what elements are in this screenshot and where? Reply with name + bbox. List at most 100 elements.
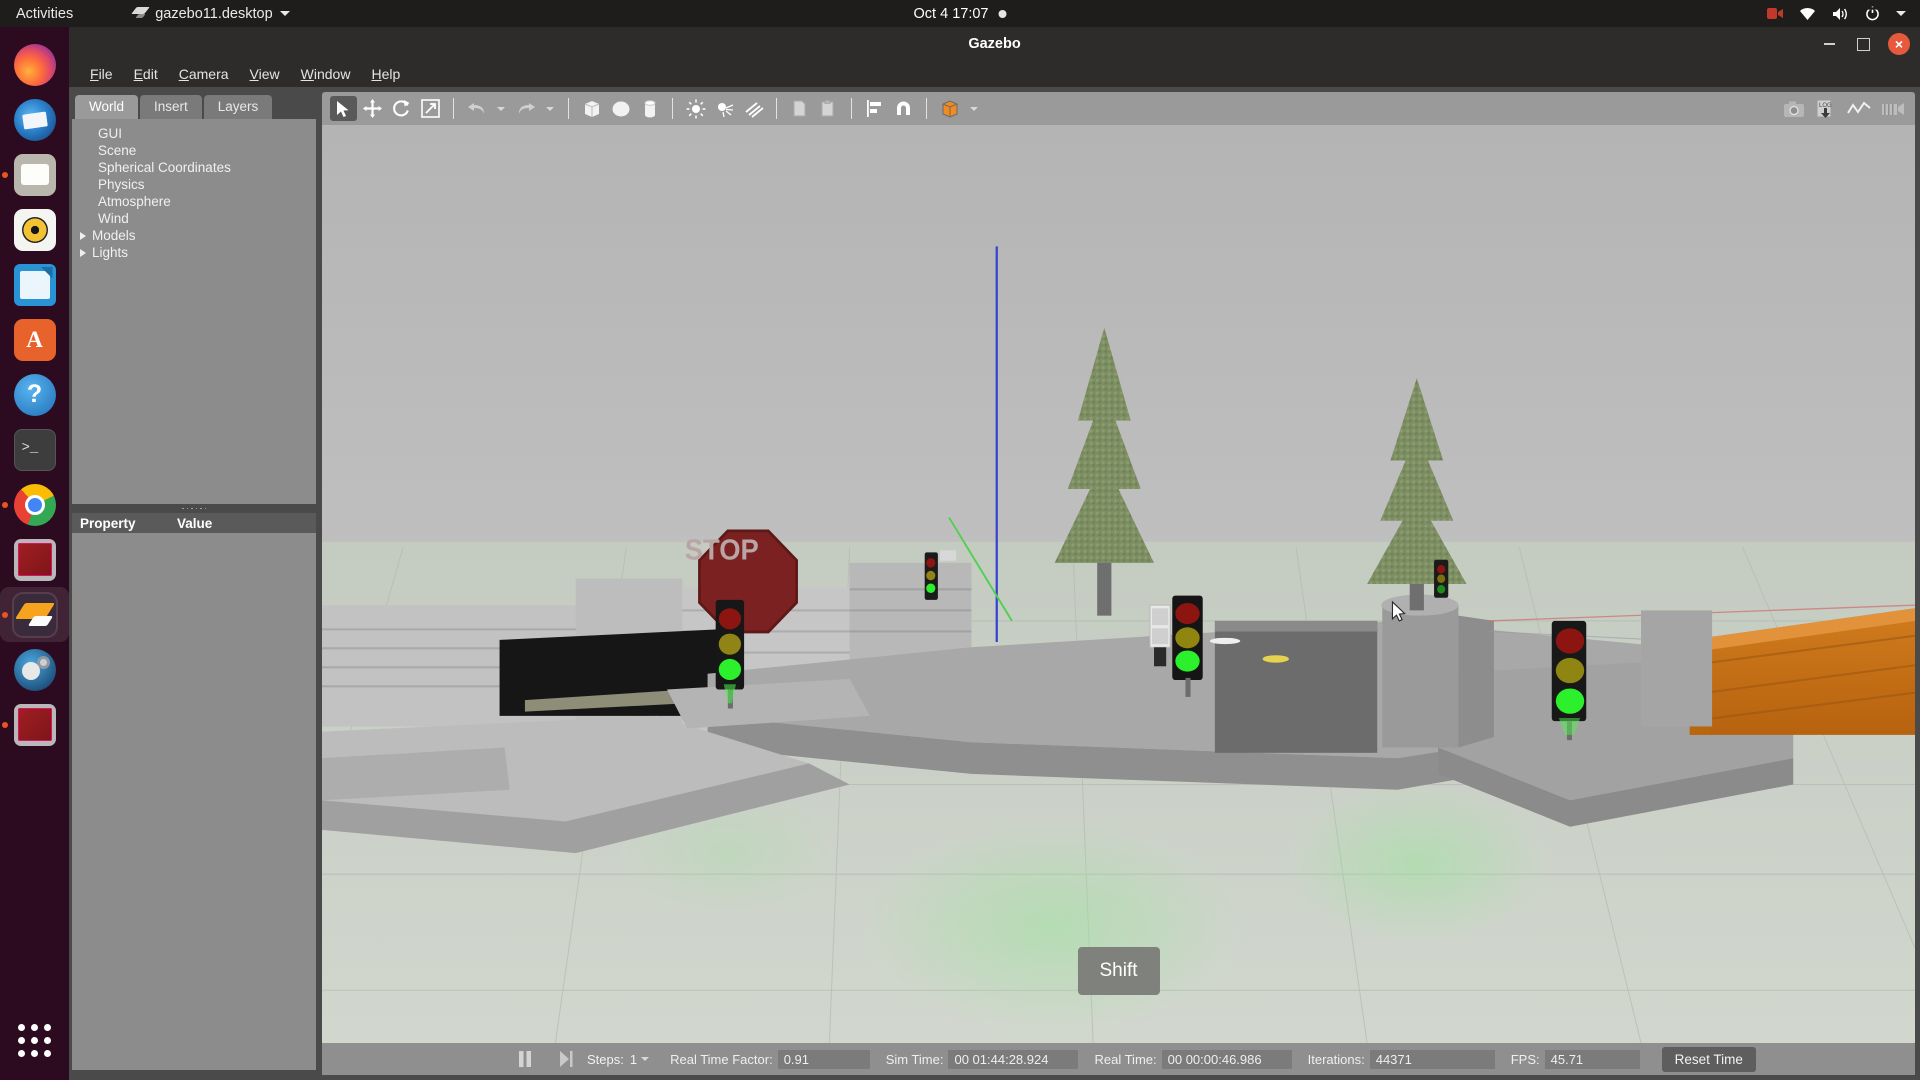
chevron-down-icon[interactable] [497, 106, 505, 111]
tab-layers[interactable]: Layers [203, 95, 273, 119]
dock-item-terminator-2[interactable] [0, 697, 69, 752]
step-forward-button[interactable] [559, 1050, 573, 1068]
reset-time-button[interactable]: Reset Time [1661, 1046, 1756, 1072]
steps-label: Steps: [587, 1051, 624, 1067]
menu-item-window[interactable]: Window [291, 63, 361, 85]
notification-dot-icon [998, 9, 1007, 18]
tree-item-physics[interactable]: Physics [72, 176, 316, 193]
redo-tool[interactable] [512, 96, 539, 121]
dock-item-terminal[interactable] [0, 422, 69, 477]
insert-spot-light-tool[interactable] [711, 96, 738, 121]
tree-item-atmosphere[interactable]: Atmosphere [72, 193, 316, 210]
chevron-down-icon[interactable] [1896, 11, 1906, 16]
left-panel: World Insert Layers GUI Scene Spherical Coor… [69, 87, 319, 1080]
scene-render: STOP [322, 125, 1915, 1043]
minimize-button[interactable] [1820, 35, 1838, 53]
system-tray[interactable] [1767, 6, 1906, 21]
dock-item-ubuntu-software[interactable] [0, 312, 69, 367]
tab-insert[interactable]: Insert [140, 95, 202, 119]
copy-tool[interactable] [786, 96, 813, 121]
insert-point-light-tool[interactable] [682, 96, 709, 121]
steps-dropdown-icon[interactable] [641, 1057, 650, 1061]
insert-sphere-tool[interactable] [607, 96, 634, 121]
paste-tool[interactable] [815, 96, 842, 121]
activities-button[interactable]: Activities [16, 6, 73, 22]
select-mode-tool[interactable] [330, 96, 357, 121]
world-tree[interactable]: GUI Scene Spherical Coordinates Physics Atmo… [72, 119, 316, 504]
close-button[interactable]: × [1888, 33, 1910, 55]
log-download-tool[interactable]: LOG [1815, 99, 1837, 119]
panel-splitter[interactable] [72, 504, 316, 513]
dock-item-files[interactable] [0, 147, 69, 202]
tree-item-scene[interactable]: Scene [72, 142, 316, 159]
menu-item-file[interactable]: File [80, 63, 123, 85]
insert-box-tool[interactable] [578, 96, 605, 121]
tree-item-gui[interactable]: GUI [72, 125, 316, 142]
steps-value[interactable]: 1 [630, 1052, 637, 1067]
maximize-button[interactable] [1854, 35, 1872, 53]
network-icon[interactable] [1799, 7, 1816, 21]
ubuntu-dock [0, 27, 69, 1080]
dock-item-thunderbird[interactable] [0, 92, 69, 147]
chevron-right-icon[interactable] [80, 231, 86, 240]
menu-item-camera[interactable]: Camera [169, 63, 239, 85]
ubuntu-software-icon [13, 318, 56, 361]
clock-label: Oct 4 17:07 [913, 5, 989, 22]
screenshot-tool[interactable] [1783, 100, 1805, 118]
insert-directional-light-tool[interactable] [740, 96, 767, 121]
dock-item-chrome[interactable] [0, 477, 69, 532]
align-tool[interactable] [861, 96, 888, 121]
show-applications-button[interactable] [0, 1013, 69, 1068]
fps-value: 45.71 [1544, 1049, 1640, 1069]
property-table-body[interactable] [72, 533, 316, 1070]
scale-mode-tool[interactable] [417, 96, 444, 121]
tree-item-label: Wind [98, 211, 129, 226]
snap-tool[interactable] [890, 96, 917, 121]
toolbar-separator [851, 98, 852, 119]
window-title: Gazebo [968, 36, 1021, 52]
dock-item-rhythmbox[interactable] [0, 202, 69, 257]
dock-item-steam[interactable] [0, 642, 69, 697]
view-mode-tool[interactable] [936, 96, 963, 121]
power-icon[interactable] [1865, 6, 1880, 21]
translate-mode-tool[interactable] [359, 96, 386, 121]
toolbar-separator [453, 98, 454, 119]
menu-item-view[interactable]: View [240, 63, 290, 85]
undo-tool[interactable] [463, 96, 490, 121]
chevron-down-icon[interactable] [546, 106, 554, 111]
dock-item-gazebo[interactable] [0, 587, 69, 642]
menu-item-help[interactable]: Help [361, 63, 410, 85]
files-icon [13, 153, 56, 196]
dock-item-help[interactable] [0, 367, 69, 422]
real-time-factor-value: 0.91 [777, 1049, 870, 1069]
tree-item-lights[interactable]: Lights [72, 244, 316, 261]
chevron-down-icon[interactable] [970, 106, 978, 111]
tree-item-label: Physics [98, 177, 145, 192]
3d-viewport[interactable]: STOP Shift [322, 125, 1915, 1043]
terminator-2-icon [13, 703, 56, 746]
video-record-tool[interactable] [1881, 101, 1905, 117]
dock-item-libreoffice-writer[interactable] [0, 257, 69, 312]
plot-tool[interactable] [1847, 101, 1871, 117]
screen-record-icon[interactable] [1767, 7, 1783, 20]
sim-time-label: Sim Time: [885, 1051, 944, 1067]
tree-item-wind[interactable]: Wind [72, 210, 316, 227]
rotate-mode-tool[interactable] [388, 96, 415, 121]
tree-item-label: Scene [98, 143, 137, 158]
dock-item-terminator-1[interactable] [0, 532, 69, 587]
pause-button[interactable] [517, 1050, 533, 1068]
menu-bar: File Edit Camera View Window Help [69, 61, 1920, 87]
dock-item-firefox[interactable] [0, 37, 69, 92]
insert-cylinder-tool[interactable] [636, 96, 663, 121]
tab-world[interactable]: World [75, 95, 139, 119]
clock-button[interactable]: Oct 4 17:07 [914, 6, 1007, 22]
menu-item-edit[interactable]: Edit [124, 63, 168, 85]
tree-item-spherical-coordinates[interactable]: Spherical Coordinates [72, 159, 316, 176]
render-panel: LOG STOP Shift Steps: 1 Real Time Factor… [319, 87, 1920, 1080]
stop-sign-text: STOP [685, 534, 759, 566]
tree-item-label: Spherical Coordinates [98, 160, 231, 175]
app-menu-button[interactable]: gazebo11.desktop [131, 6, 290, 22]
volume-icon[interactable] [1832, 7, 1849, 21]
tree-item-models[interactable]: Models [72, 227, 316, 244]
chevron-right-icon[interactable] [80, 248, 86, 257]
